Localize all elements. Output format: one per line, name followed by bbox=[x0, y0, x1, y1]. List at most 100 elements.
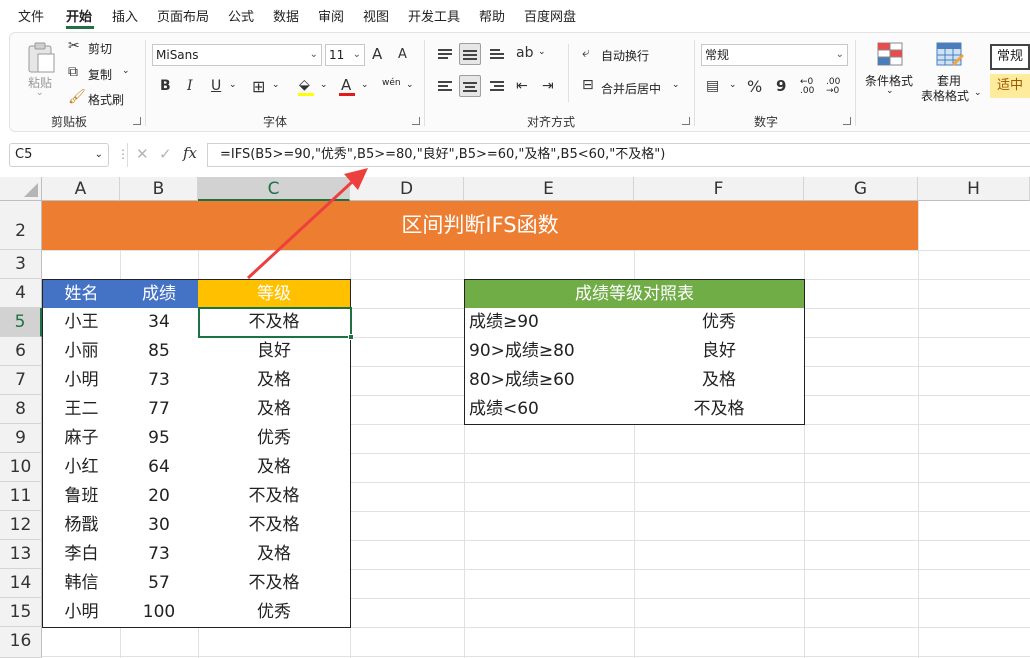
chevron-down-icon[interactable]: ⌄ bbox=[320, 80, 328, 90]
cell-name[interactable]: 杨戬 bbox=[42, 511, 121, 541]
cell-name[interactable]: 小明 bbox=[42, 598, 121, 628]
cell-score[interactable]: 30 bbox=[120, 511, 199, 541]
cell-grade[interactable]: 不及格 bbox=[198, 511, 351, 541]
cell-grade[interactable]: 不及格 bbox=[198, 308, 351, 338]
currency-icon[interactable]: ▤ bbox=[706, 78, 719, 94]
chevron-down-icon[interactable]: ⌄ bbox=[538, 47, 546, 57]
column-header-a[interactable]: A bbox=[42, 177, 120, 201]
menu-formulas[interactable]: 公式 bbox=[228, 6, 254, 25]
cell-score[interactable]: 20 bbox=[120, 482, 199, 512]
comma-style-button[interactable]: 9 bbox=[776, 77, 786, 95]
chevron-down-icon[interactable]: ⌄ bbox=[361, 80, 369, 90]
row-header-10[interactable]: 10 bbox=[0, 453, 42, 482]
style-neutral[interactable]: 适中 bbox=[990, 74, 1030, 98]
cell-score[interactable]: 73 bbox=[120, 540, 199, 570]
header-name[interactable]: 姓名 bbox=[42, 279, 121, 309]
cell-grade[interactable]: 优秀 bbox=[198, 598, 351, 628]
column-header-g[interactable]: G bbox=[804, 177, 918, 201]
cell-name[interactable]: 小红 bbox=[42, 453, 121, 483]
menu-page-layout[interactable]: 页面布局 bbox=[157, 6, 209, 25]
font-name-combo[interactable]: MiSans ⌄ bbox=[152, 44, 322, 66]
conditional-format-button[interactable]: 条件格式 ⌄ bbox=[862, 40, 918, 104]
row-header-16[interactable]: 16 bbox=[0, 627, 42, 658]
clipboard-launcher-icon[interactable] bbox=[133, 117, 141, 125]
cell-score[interactable]: 64 bbox=[120, 453, 199, 483]
row-header-13[interactable]: 13 bbox=[0, 540, 42, 569]
merge-center-button[interactable]: ⊟ 合并后居中 ⌄ bbox=[582, 77, 682, 96]
cell-name[interactable]: 李白 bbox=[42, 540, 121, 570]
bold-button[interactable]: B bbox=[160, 78, 171, 94]
lookup-title[interactable]: 成绩等级对照表 bbox=[464, 279, 805, 309]
row-header-3[interactable]: 3 bbox=[0, 250, 42, 279]
menu-help[interactable]: 帮助 bbox=[479, 6, 505, 25]
align-bottom-icon[interactable] bbox=[490, 49, 504, 60]
row-header-5[interactable]: 5 bbox=[0, 308, 42, 337]
fill-color-button[interactable]: ⬙ bbox=[297, 77, 315, 97]
align-left-icon[interactable] bbox=[438, 81, 452, 92]
menu-file[interactable]: 文件 bbox=[18, 6, 44, 25]
header-score[interactable]: 成绩 bbox=[120, 279, 199, 309]
lookup-condition[interactable]: 90>成绩≥80 bbox=[464, 337, 635, 367]
phonetic-button[interactable]: wén bbox=[382, 78, 401, 88]
lookup-grade[interactable]: 良好 bbox=[634, 337, 805, 367]
confirm-icon[interactable]: ✓ bbox=[159, 145, 172, 163]
alignment-launcher-icon[interactable] bbox=[682, 117, 690, 125]
paste-button[interactable]: 粘贴 ⌄ bbox=[20, 38, 60, 100]
cell-name[interactable]: 王二 bbox=[42, 395, 121, 425]
cell-score[interactable]: 73 bbox=[120, 366, 199, 396]
cell-score[interactable]: 57 bbox=[120, 569, 199, 599]
increase-decimal-icon[interactable]: ←0.00 bbox=[800, 78, 814, 96]
chevron-down-icon[interactable]: ⌄ bbox=[229, 80, 237, 90]
row-header-4[interactable]: 4 bbox=[0, 279, 42, 308]
menu-baidu-netdisk[interactable]: 百度网盘 bbox=[524, 6, 576, 25]
cell-score[interactable]: 34 bbox=[120, 308, 199, 338]
row-header-9[interactable]: 9 bbox=[0, 424, 42, 453]
border-icon[interactable]: ⊞ bbox=[252, 77, 265, 96]
cell-grade[interactable]: 优秀 bbox=[198, 424, 351, 454]
menu-developer[interactable]: 开发工具 bbox=[408, 6, 460, 25]
align-middle-button[interactable] bbox=[459, 43, 481, 65]
cell-name[interactable]: 小丽 bbox=[42, 337, 121, 367]
cell-score[interactable]: 100 bbox=[120, 598, 199, 628]
cell-score[interactable]: 95 bbox=[120, 424, 199, 454]
menu-data[interactable]: 数据 bbox=[273, 6, 299, 25]
format-as-table-button[interactable]: 套用 表格格式 ⌄ bbox=[918, 40, 984, 104]
cell-name[interactable]: 韩信 bbox=[42, 569, 121, 599]
cell-name[interactable]: 小明 bbox=[42, 366, 121, 396]
increase-indent-icon[interactable]: ⇥ bbox=[542, 78, 554, 94]
font-size-combo[interactable]: 11 ⌄ bbox=[325, 44, 365, 66]
column-header-f[interactable]: F bbox=[634, 177, 804, 201]
number-launcher-icon[interactable] bbox=[843, 117, 851, 125]
italic-button[interactable]: I bbox=[187, 78, 193, 94]
copy-button[interactable]: ⧉ 复制 ⌄ bbox=[68, 64, 134, 82]
menu-home[interactable]: 开始 bbox=[66, 6, 92, 25]
decrease-decimal-icon[interactable]: .00 →0 bbox=[826, 78, 840, 96]
row-header-15[interactable]: 15 bbox=[0, 598, 42, 627]
row-header-11[interactable]: 11 bbox=[0, 482, 42, 511]
cut-button[interactable]: ✂ 剪切 bbox=[68, 38, 128, 56]
underline-button[interactable]: U bbox=[211, 78, 221, 94]
row-header-7[interactable]: 7 bbox=[0, 366, 42, 395]
cell-grade[interactable]: 及格 bbox=[198, 540, 351, 570]
format-painter-button[interactable]: 🖌 格式刷 bbox=[68, 89, 128, 107]
cell-name[interactable]: 小王 bbox=[42, 308, 121, 338]
row-header-8[interactable]: 8 bbox=[0, 395, 42, 424]
lookup-grade[interactable]: 不及格 bbox=[634, 395, 805, 425]
style-normal[interactable]: 常规 bbox=[990, 44, 1030, 70]
cell-grade[interactable]: 良好 bbox=[198, 337, 351, 367]
cell-name[interactable]: 鲁班 bbox=[42, 482, 121, 512]
lookup-condition[interactable]: 成绩<60 bbox=[464, 395, 635, 425]
cell-name[interactable]: 麻子 bbox=[42, 424, 121, 454]
wrap-text-button[interactable]: ⤶ 自动换行 bbox=[582, 45, 652, 63]
row-header-6[interactable]: 6 bbox=[0, 337, 42, 366]
cell-score[interactable]: 77 bbox=[120, 395, 199, 425]
chevron-down-icon[interactable]: ⌄ bbox=[729, 80, 737, 90]
lookup-grade[interactable]: 优秀 bbox=[634, 308, 805, 338]
insert-function-button[interactable]: fx bbox=[183, 144, 197, 162]
column-header-e[interactable]: E bbox=[464, 177, 634, 201]
cell-grade[interactable]: 及格 bbox=[198, 453, 351, 483]
lookup-condition[interactable]: 成绩≥90 bbox=[464, 308, 635, 338]
menu-view[interactable]: 视图 bbox=[363, 6, 389, 25]
chevron-down-icon[interactable]: ⌄ bbox=[272, 80, 280, 90]
align-top-icon[interactable] bbox=[438, 49, 452, 60]
